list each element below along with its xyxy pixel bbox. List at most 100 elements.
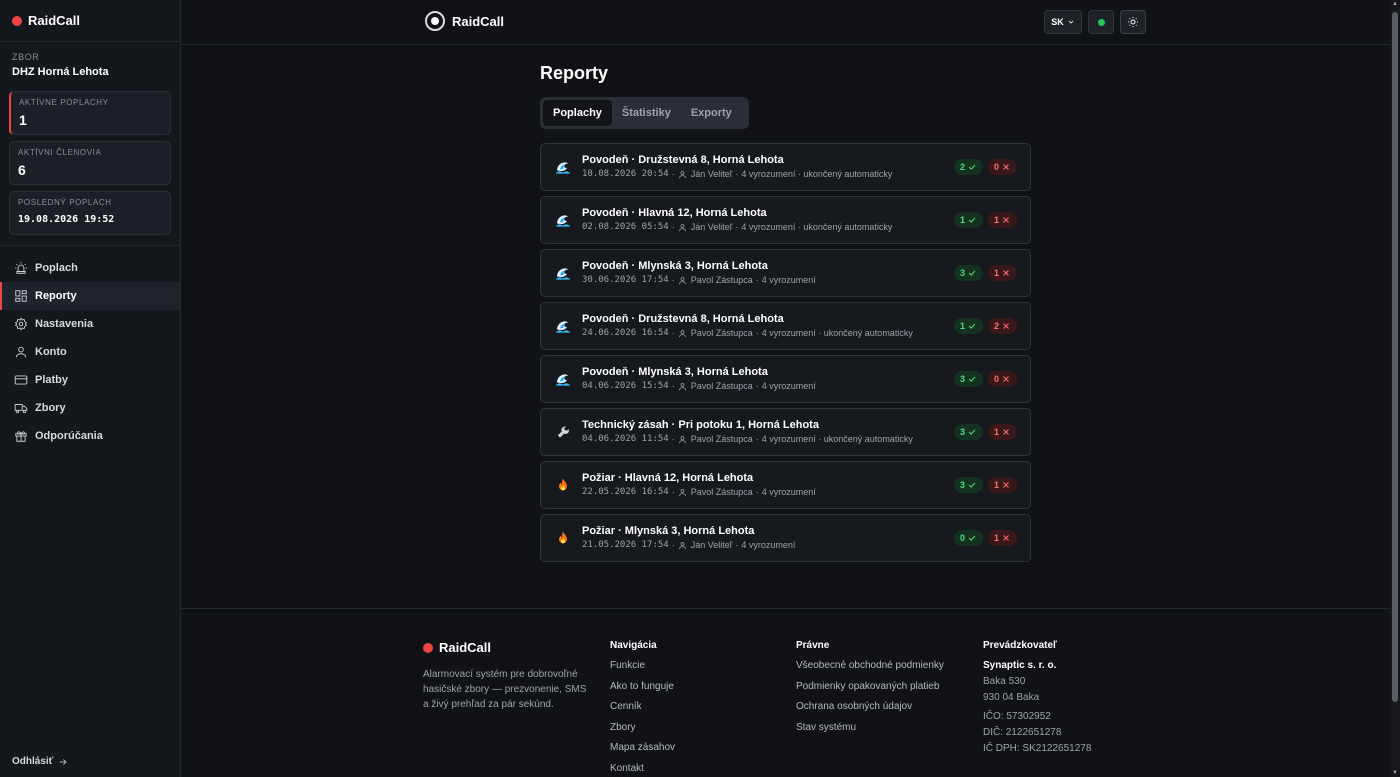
footer-operator-column: Prevádzkovateľ Synaptic s. r. o. Baka 53… (983, 640, 1091, 757)
confirmed-badge: 3 (953, 424, 983, 440)
footer-operator-heading: Prevádzkovateľ (983, 640, 1057, 651)
person-icon (678, 223, 686, 231)
footer-link-ochrana-udajov[interactable]: Ochrana osobných údajov (796, 701, 944, 722)
tab-exporty[interactable]: Exporty (681, 100, 742, 126)
stat-label: AKTÍVNI ČLENOVIA (18, 148, 102, 157)
stat-active-alarms: AKTÍVNE POPLACHY 1 (9, 91, 171, 135)
sidebar-item-label: Zbory (35, 402, 66, 414)
footer-link-ako-to-funguje[interactable]: Ako to funguje (610, 681, 675, 702)
scroll-down-icon[interactable]: ▼ (1392, 770, 1398, 776)
separator: · (671, 275, 675, 285)
separator: · (671, 328, 675, 338)
sidebar-nav: Poplach Reporty Nastavenia Konto Platby … (0, 254, 180, 450)
confirmed-count: 3 (959, 268, 965, 278)
report-row[interactable]: Povodeň · Družstevná 8, Horná Lehota 10.0… (540, 143, 1031, 191)
declined-badge: 1 (987, 477, 1017, 493)
separator: · (755, 434, 759, 444)
report-row[interactable]: Povodeň · Hlavná 12, Horná Lehota 02.08.2… (540, 196, 1031, 244)
report-badges: 31 (949, 424, 1017, 440)
status-indicator[interactable] (1088, 10, 1114, 34)
sidebar-item-odporucania[interactable]: Odporúčania (0, 422, 180, 450)
report-person: Ján Veliteľ (690, 169, 733, 179)
check-icon (968, 376, 976, 382)
sidebar-item-zbory[interactable]: Zbory (0, 394, 180, 422)
footer-link-mapa-zasahov[interactable]: Mapa zásahov (610, 742, 675, 763)
wave-icon (555, 159, 571, 175)
separator: · (735, 169, 739, 179)
report-badges: 31 (949, 477, 1017, 493)
footer-brand-name: RaidCall (439, 640, 492, 655)
report-row[interactable]: Povodeň · Mlynská 3, Horná Lehota 04.06.2… (540, 355, 1031, 403)
sidebar-item-poplach[interactable]: Poplach (0, 254, 180, 282)
footer-link-cennik[interactable]: Cenník (610, 701, 675, 722)
scroll-up-icon[interactable]: ▲ (1392, 1, 1398, 7)
report-info: 4 vyrozumení (761, 381, 816, 391)
stat-value: 1 (19, 112, 27, 128)
report-date: 10.08.2026 20:54 (582, 169, 669, 179)
brand-name: RaidCall (28, 13, 81, 28)
stat-label: POSLEDNÝ POPLACH (18, 198, 112, 207)
footer-link-stav-systemu[interactable]: Stav systému (796, 722, 944, 743)
report-date: 21.05.2026 17:54 (582, 540, 669, 550)
report-date: 04.06.2026 15:54 (582, 381, 669, 391)
top-logo[interactable]: RaidCall (425, 11, 504, 31)
footer-link-opakovane-platby[interactable]: Podmienky opakovaných platieb (796, 681, 944, 702)
report-badges: 01 (949, 530, 1017, 546)
sidebar-item-konto[interactable]: Konto (0, 338, 180, 366)
siren-icon (14, 261, 28, 275)
sidebar-item-reporty[interactable]: Reporty (0, 282, 180, 310)
report-badges: 20 (949, 159, 1017, 175)
footer-link-funkcie[interactable]: Funkcie (610, 660, 675, 681)
separator: · (755, 275, 759, 285)
report-person: Pavol Zástupca (690, 381, 753, 391)
theme-toggle[interactable] (1120, 10, 1146, 34)
x-icon (1003, 429, 1009, 435)
footer-brand[interactable]: RaidCall (423, 640, 491, 655)
top-logo-name: RaidCall (452, 13, 505, 29)
report-row[interactable]: Povodeň · Mlynská 3, Horná Lehota 30.06.2… (540, 249, 1031, 297)
scrollbar-thumb[interactable] (1392, 12, 1398, 702)
report-date: 02.08.2026 05:54 (582, 222, 669, 232)
logout-button[interactable]: Odhlásiť (12, 756, 68, 767)
report-meta: 04.06.2026 15:54 · Pavol Zástupca · 4 vyrozu… (582, 381, 816, 391)
person-icon (678, 170, 686, 178)
sidebar-item-label: Platby (35, 374, 69, 386)
sidebar-brand[interactable]: RaidCall (0, 0, 180, 42)
report-badges: 30 (949, 371, 1017, 387)
language-value: SK (1051, 17, 1064, 27)
footer-link-zbory[interactable]: Zbory (610, 722, 675, 743)
tab-statistiky[interactable]: Štatistiky (612, 100, 681, 126)
report-title: Technický zásah · Pri potoku 1, Horná Le… (582, 419, 819, 431)
separator: · (671, 487, 675, 497)
report-date: 30.06.2026 17:54 (582, 275, 669, 285)
report-title: Povodeň · Hlavná 12, Horná Lehota (582, 207, 767, 219)
footer-link-kontakt[interactable]: Kontakt (610, 763, 675, 777)
report-row[interactable]: Technický zásah · Pri potoku 1, Horná Le… (540, 408, 1031, 456)
report-row[interactable]: Povodeň · Družstevná 8, Horná Lehota 24.0… (540, 302, 1031, 350)
wave-icon (555, 318, 571, 334)
org-name: DHZ Horná Lehota (12, 66, 109, 78)
x-icon (1003, 482, 1009, 488)
report-badges: 11 (949, 212, 1017, 228)
report-row[interactable]: Požiar · Mlynská 3, Horná Lehota 21.05.20… (540, 514, 1031, 562)
confirmed-count: 3 (959, 427, 965, 437)
separator: · (671, 434, 675, 444)
sidebar-item-label: Reporty (35, 290, 77, 302)
wave-icon (555, 265, 571, 281)
logout-label: Odhlásiť (12, 756, 54, 767)
footer-nav-heading: Navigácia (610, 640, 657, 651)
flame-icon (555, 530, 571, 546)
page-scrollbar[interactable]: ▲ ▼ (1390, 0, 1400, 777)
stat-value: 19.08.2026 19:52 (18, 214, 115, 225)
chevron-down-icon (1068, 20, 1074, 24)
report-row[interactable]: Požiar · Hlavná 12, Horná Lehota 22.05.20… (540, 461, 1031, 509)
sidebar-item-platby[interactable]: Platby (0, 366, 180, 394)
sidebar-item-nastavenia[interactable]: Nastavenia (0, 310, 180, 338)
separator: · (671, 169, 675, 179)
tab-poplachy[interactable]: Poplachy (543, 100, 612, 126)
check-icon (968, 535, 976, 541)
check-icon (968, 429, 976, 435)
footer-link-vop[interactable]: Všeobecné obchodné podmienky (796, 660, 944, 681)
language-select[interactable]: SK (1044, 10, 1082, 34)
report-title: Požiar · Hlavná 12, Horná Lehota (582, 472, 754, 484)
